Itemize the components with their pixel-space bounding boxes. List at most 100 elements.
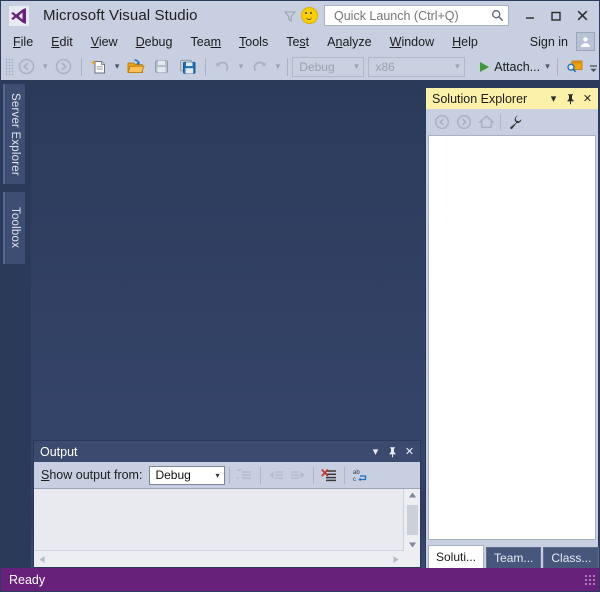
toggle-word-wrap-icon[interactable]: ab c xyxy=(349,464,371,486)
server-explorer-label: Server Explorer xyxy=(9,92,21,176)
solution-configuration-combo[interactable]: Debug ▾ xyxy=(292,56,365,77)
solution-explorer-menu-button[interactable]: ▾ xyxy=(545,89,562,108)
scroll-down-icon[interactable] xyxy=(404,539,420,551)
menu-edit-post: dit xyxy=(59,34,73,49)
scroll-left-icon[interactable] xyxy=(34,551,50,567)
tab-class-view[interactable]: Class... xyxy=(543,547,600,568)
chevron-down-icon: ▾ xyxy=(455,61,460,71)
visual-studio-window: Microsoft Visual Studio Quick Launch (Ct… xyxy=(0,0,600,592)
redo-icon[interactable] xyxy=(246,56,272,78)
solution-platform-combo[interactable]: x86 ▾ xyxy=(368,56,466,77)
quick-launch-box[interactable] xyxy=(324,5,509,26)
menu-analyze[interactable]: Analyze xyxy=(318,33,380,51)
visual-studio-logo-icon xyxy=(5,2,33,30)
home-icon[interactable] xyxy=(475,111,497,133)
find-message-icon[interactable] xyxy=(234,464,256,486)
minimize-button[interactable] xyxy=(517,1,543,30)
scroll-right-icon[interactable] xyxy=(388,551,404,567)
attach-button[interactable]: Attach... xyxy=(475,56,542,78)
toolbar-separator xyxy=(80,57,82,76)
svg-text:c: c xyxy=(353,477,356,483)
navigate-back-dropdown-icon[interactable]: ▾ xyxy=(40,56,51,78)
solution-explorer-tree[interactable] xyxy=(428,135,596,540)
menu-view[interactable]: View xyxy=(82,33,127,51)
navigate-forward-icon[interactable] xyxy=(51,56,77,78)
tab-solution-explorer[interactable]: Soluti... xyxy=(428,545,485,568)
output-horizontal-scrollbar[interactable] xyxy=(34,550,404,567)
clear-all-icon[interactable] xyxy=(318,464,340,486)
output-panel-close-button[interactable]: ✕ xyxy=(401,442,418,461)
menu-help[interactable]: Help xyxy=(443,33,487,51)
toolbar-overflow-icon[interactable] xyxy=(588,56,599,78)
tab-team-explorer[interactable]: Team... xyxy=(486,547,542,568)
menu-tools-post: ools xyxy=(245,34,269,49)
solution-explorer-pin-button[interactable] xyxy=(562,89,579,108)
scroll-up-icon[interactable] xyxy=(404,489,420,501)
search-input[interactable] xyxy=(332,7,490,24)
forward-arrow-icon[interactable] xyxy=(453,111,475,133)
solution-toolbar-separator xyxy=(500,113,501,130)
menu-test-pre: Te xyxy=(286,34,300,49)
solution-explorer-close-button[interactable]: ✕ xyxy=(579,89,596,108)
menu-test[interactable]: Test xyxy=(277,33,318,51)
open-file-icon[interactable] xyxy=(123,56,149,78)
back-arrow-icon[interactable] xyxy=(431,111,453,133)
funnel-icon[interactable] xyxy=(281,6,299,26)
user-avatar-icon[interactable] xyxy=(576,32,595,51)
find-in-window-icon[interactable] xyxy=(562,56,588,78)
sign-in-button[interactable]: Sign in xyxy=(524,33,574,51)
menu-team-pre: Tea xyxy=(190,34,211,49)
go-to-next-message-icon[interactable] xyxy=(287,464,309,486)
undo-icon[interactable] xyxy=(210,56,236,78)
save-icon[interactable] xyxy=(149,56,175,78)
menu-team-mnemonic: m xyxy=(210,34,222,49)
new-project-icon[interactable] xyxy=(86,56,112,78)
output-source-value: Debug xyxy=(155,468,191,482)
solution-explorer-title: Solution Explorer xyxy=(432,91,528,106)
status-bar: Ready xyxy=(1,568,599,591)
vertical-scroll-thumb[interactable] xyxy=(406,505,418,535)
attach-dropdown-icon[interactable]: ▾ xyxy=(542,56,553,78)
properties-wrench-icon[interactable] xyxy=(504,111,526,133)
close-button[interactable] xyxy=(569,1,595,30)
toolbar-grip[interactable] xyxy=(5,57,14,76)
output-body xyxy=(34,488,420,567)
undo-dropdown-icon[interactable]: ▾ xyxy=(236,56,247,78)
menu-window[interactable]: Window xyxy=(381,33,443,51)
output-panel-pin-button[interactable] xyxy=(384,442,401,461)
save-all-icon[interactable] xyxy=(175,56,201,78)
solution-explorer-toolbar xyxy=(426,109,598,134)
redo-dropdown-icon[interactable]: ▾ xyxy=(272,56,283,78)
toolbar-separator-3 xyxy=(287,57,289,76)
go-to-previous-message-icon[interactable] xyxy=(265,464,287,486)
sidebar-item-server-explorer[interactable]: Server Explorer xyxy=(3,84,25,184)
menu-tools[interactable]: Tools xyxy=(230,33,277,51)
menu-help-post: elp xyxy=(461,34,478,49)
smiley-feedback-icon[interactable] xyxy=(301,7,318,24)
output-text-area[interactable] xyxy=(34,489,403,550)
output-panel-menu-button[interactable]: ▾ xyxy=(367,442,384,461)
new-project-dropdown-icon[interactable]: ▾ xyxy=(112,56,123,78)
output-toolbar-separator-3 xyxy=(313,466,315,484)
output-panel: Output ▾ ✕ Show output from: Debug ▾ ab … xyxy=(33,440,421,568)
menu-team[interactable]: Team xyxy=(181,33,230,51)
solution-platform-value: x86 xyxy=(375,59,395,74)
maximize-button[interactable] xyxy=(543,1,569,30)
play-icon xyxy=(480,61,490,72)
output-source-combo[interactable]: Debug ▾ xyxy=(149,465,226,485)
window-title: Microsoft Visual Studio xyxy=(43,7,198,24)
solution-configuration-value: Debug xyxy=(299,59,335,74)
menu-edit[interactable]: Edit xyxy=(42,33,82,51)
menu-file[interactable]: File xyxy=(4,33,42,51)
title-bar-right-group xyxy=(281,1,599,30)
menu-file-post: ile xyxy=(20,34,34,49)
navigate-back-icon[interactable] xyxy=(14,56,40,78)
menu-debug[interactable]: Debug xyxy=(127,33,182,51)
sidebar-item-toolbox[interactable]: Toolbox xyxy=(3,192,25,264)
auto-hide-tab-strip: Server Explorer Toolbox xyxy=(1,80,31,570)
resize-grip[interactable] xyxy=(584,573,596,586)
output-toolbar-separator-4 xyxy=(344,466,346,484)
output-vertical-scrollbar[interactable] xyxy=(403,489,420,551)
toolbar-separator-2 xyxy=(204,57,206,76)
title-bar: Microsoft Visual Studio xyxy=(1,1,599,30)
